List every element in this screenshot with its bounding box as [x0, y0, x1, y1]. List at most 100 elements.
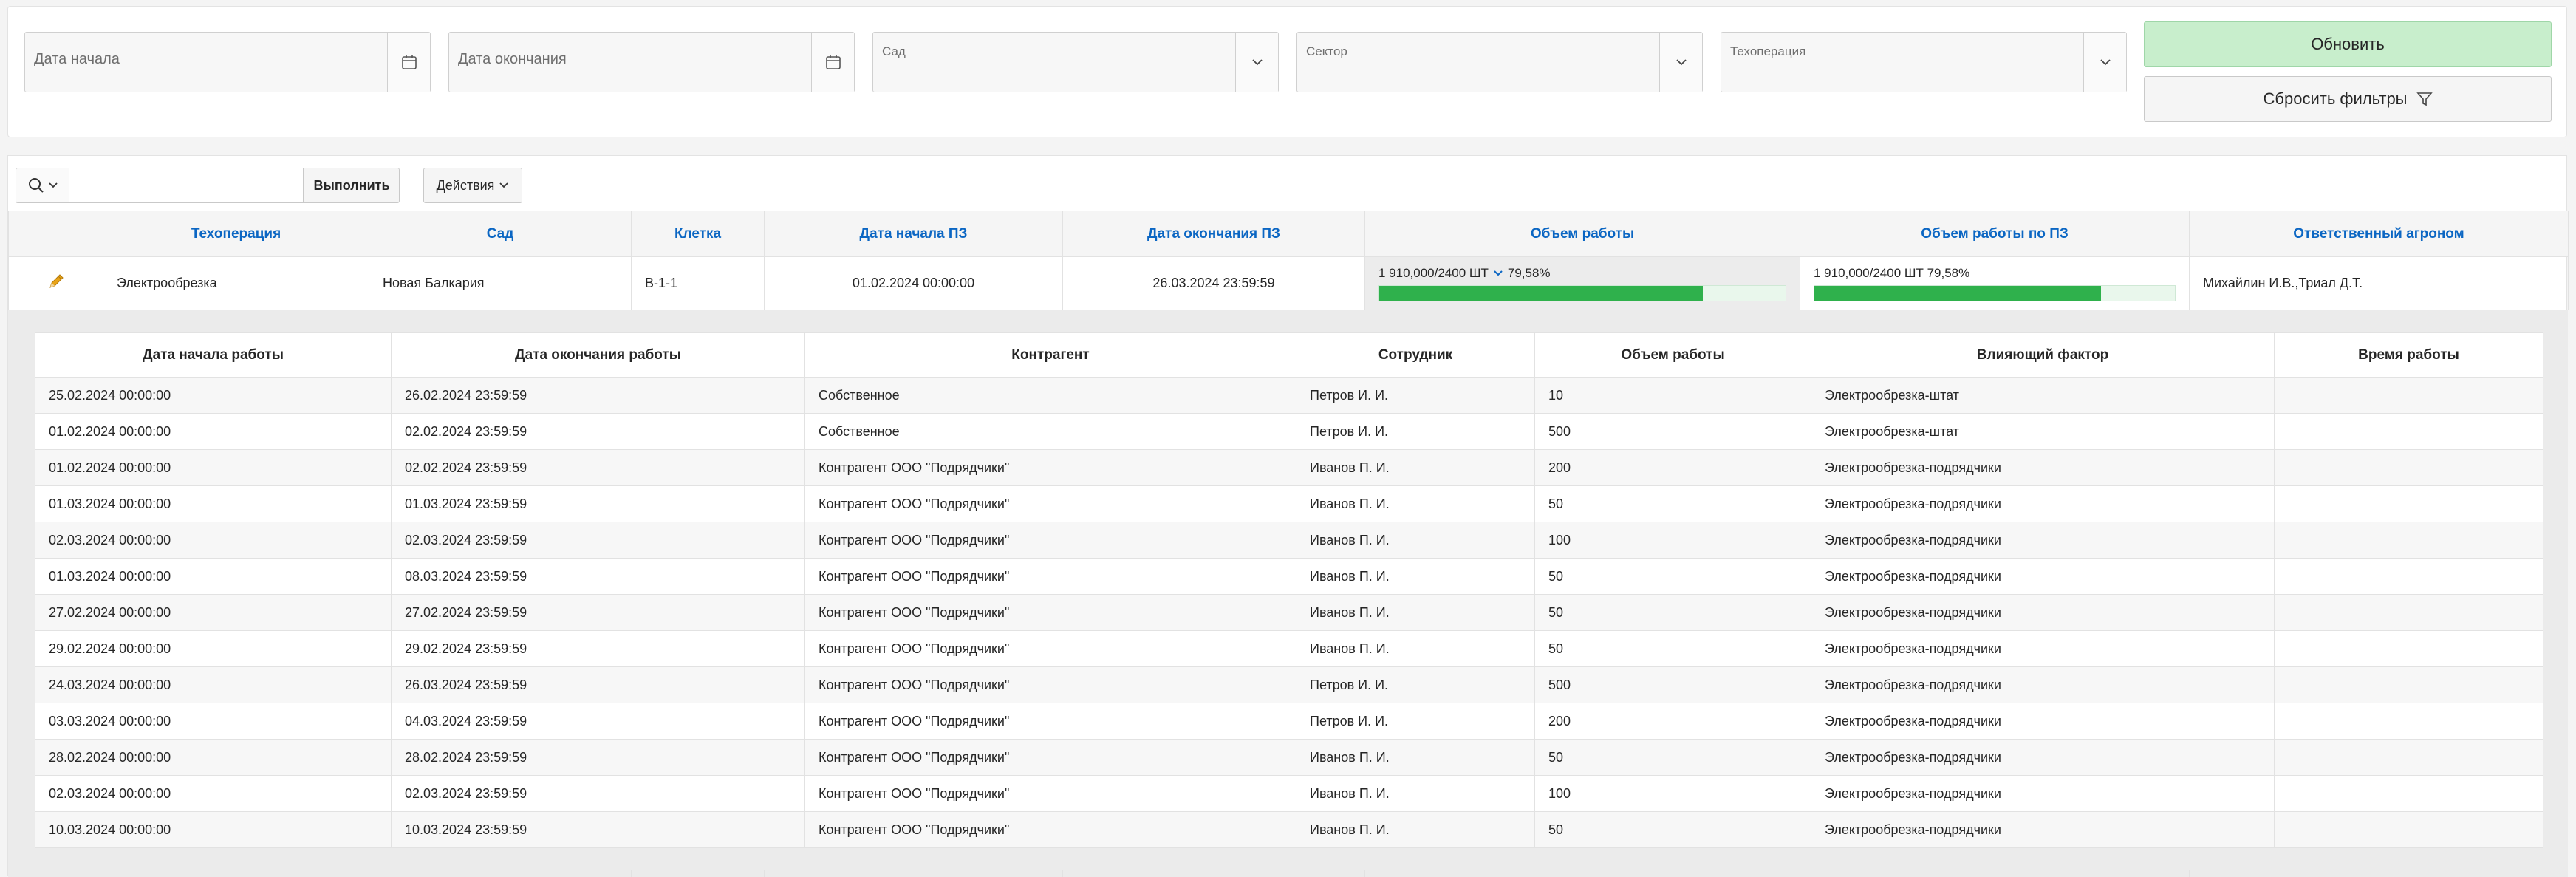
interactive-report: Выполнить Действия Техоперация Сад Клетк…	[7, 155, 2569, 877]
detail-table: Дата начала работы Дата окончания работы…	[35, 332, 2543, 848]
detail-row: 10.03.2024 00:00:00 10.03.2024 23:59:59 Ко…	[35, 811, 2543, 848]
search-icon	[28, 178, 44, 193]
header-volume[interactable]: Объем работы	[1364, 211, 1800, 257]
cell-operation: Электрообрезка	[103, 256, 369, 310]
search-column-menu[interactable]	[16, 168, 69, 203]
detail-contractor: Контрагент ООО "Подрядчики"	[804, 703, 1296, 740]
detail-end: 01.03.2024 23:59:59	[391, 485, 805, 522]
detail-start: 03.03.2024 00:00:00	[35, 703, 392, 740]
detail-start: 01.02.2024 00:00:00	[35, 413, 392, 450]
detail-row: 29.02.2024 00:00:00 29.02.2024 23:59:59 Ко…	[35, 630, 2543, 667]
edit-cell[interactable]	[8, 256, 103, 310]
detail-start: 24.03.2024 00:00:00	[35, 666, 392, 703]
chevron-down-icon	[1251, 59, 1263, 66]
end-date-picker-button[interactable]	[811, 33, 854, 92]
detail-factor: Электрообрезка-подрядчики	[1811, 630, 2275, 667]
pencil-icon[interactable]	[47, 272, 66, 291]
detail-start: 10.03.2024 00:00:00	[35, 811, 392, 848]
detail-employee: Иванов П. И.	[1296, 739, 1535, 776]
start-date-picker-button[interactable]	[387, 33, 430, 92]
detail-time	[2274, 377, 2543, 414]
detail-header-employee: Сотрудник	[1296, 332, 1535, 378]
detail-time	[2274, 413, 2543, 450]
detail-time	[2274, 485, 2543, 522]
garden-dropdown-button[interactable]	[1235, 33, 1278, 92]
detail-volume: 500	[1534, 666, 1811, 703]
detail-factor: Электрообрезка-подрядчики	[1811, 449, 2275, 486]
sector-select[interactable]: Сектор	[1296, 32, 1703, 92]
detail-contractor: Контрагент ООО "Подрядчики"	[804, 739, 1296, 776]
detail-contractor: Контрагент ООО "Подрядчики"	[804, 449, 1296, 486]
chevron-down-icon[interactable]	[1493, 270, 1503, 277]
master-table: Техоперация Сад Клетка Дата начала ПЗ Да…	[8, 211, 2569, 310]
detail-header-row: Дата начала работы Дата окончания работы…	[35, 332, 2543, 378]
detail-employee: Петров И. И.	[1296, 703, 1535, 740]
header-garden[interactable]: Сад	[369, 211, 632, 257]
volume-percent: 79,58%	[1507, 265, 1551, 280]
detail-header-factor: Влияющий фактор	[1811, 332, 2275, 378]
detail-contractor: Собственное	[804, 377, 1296, 414]
detail-volume: 50	[1534, 485, 1811, 522]
detail-employee: Иванов П. И.	[1296, 811, 1535, 848]
cell-volume[interactable]: 1 910,000/2400 ШТ 79,58%	[1364, 256, 1800, 310]
header-end-pz[interactable]: Дата окончания ПЗ	[1062, 211, 1365, 257]
detail-volume: 100	[1534, 522, 1811, 559]
detail-employee: Иванов П. И.	[1296, 594, 1535, 631]
detail-employee: Петров И. И.	[1296, 666, 1535, 703]
operation-dropdown-button[interactable]	[2083, 33, 2126, 92]
volume-pz-progress-fill	[1814, 285, 2102, 301]
header-agronomist[interactable]: Ответственный агроном	[2189, 211, 2569, 257]
reset-filters-button[interactable]: Сбросить фильтры	[2144, 76, 2552, 122]
detail-end: 27.02.2024 23:59:59	[391, 594, 805, 631]
detail-volume: 50	[1534, 630, 1811, 667]
operation-select[interactable]: Техоперация	[1721, 32, 2127, 92]
detail-header-volume: Объем работы	[1534, 332, 1811, 378]
refresh-button[interactable]: Обновить	[2144, 21, 2552, 67]
detail-time	[2274, 594, 2543, 631]
detail-row: 01.02.2024 00:00:00 02.02.2024 23:59:59 Ко…	[35, 449, 2543, 486]
end-date-field[interactable]: Дата окончания	[448, 32, 855, 92]
detail-time	[2274, 811, 2543, 848]
volume-value: 1 910,000/2400 ШТ	[1378, 265, 1489, 280]
detail-row: 02.03.2024 00:00:00 02.03.2024 23:59:59 Ко…	[35, 775, 2543, 812]
detail-volume: 50	[1534, 739, 1811, 776]
header-start-pz[interactable]: Дата начала ПЗ	[764, 211, 1063, 257]
detail-factor: Электрообрезка-штат	[1811, 377, 2275, 414]
detail-volume: 100	[1534, 775, 1811, 812]
calendar-icon	[401, 55, 417, 69]
detail-time	[2274, 703, 2543, 740]
detail-contractor: Контрагент ООО "Подрядчики"	[804, 485, 1296, 522]
detail-volume: 50	[1534, 811, 1811, 848]
start-date-field[interactable]: Дата начала	[24, 32, 431, 92]
actions-menu-button[interactable]: Действия	[423, 168, 522, 203]
sector-dropdown-button[interactable]	[1659, 33, 1702, 92]
detail-end: 28.02.2024 23:59:59	[391, 739, 805, 776]
header-cell[interactable]: Клетка	[631, 211, 765, 257]
cell-start-pz: 01.02.2024 00:00:00	[764, 256, 1063, 310]
garden-select[interactable]: Сад	[872, 32, 1279, 92]
detail-start: 29.02.2024 00:00:00	[35, 630, 392, 667]
volume-pz-progress-bar	[1814, 284, 2176, 301]
volume-progress-fill	[1379, 285, 1703, 301]
detail-row: 01.03.2024 00:00:00 08.03.2024 23:59:59 Ко…	[35, 558, 2543, 595]
cell-agronomist: Михайлин И.В.,Триал Д.Т.	[2189, 256, 2569, 310]
master-row[interactable]: Электрообрезка Новая Балкария В-1-1 01.0…	[8, 256, 2569, 310]
go-button[interactable]: Выполнить	[304, 168, 400, 203]
chevron-down-icon	[1675, 59, 1687, 66]
header-volume-pz[interactable]: Объем работы по ПЗ	[1800, 211, 2190, 257]
detail-factor: Электрообрезка-подрядчики	[1811, 739, 2275, 776]
detail-header-time: Время работы	[2274, 332, 2543, 378]
detail-end: 02.02.2024 23:59:59	[391, 413, 805, 450]
detail-start: 28.02.2024 00:00:00	[35, 739, 392, 776]
detail-header-end: Дата окончания работы	[391, 332, 805, 378]
detail-start: 27.02.2024 00:00:00	[35, 594, 392, 631]
header-operation[interactable]: Техоперация	[103, 211, 369, 257]
search-input[interactable]	[69, 168, 304, 203]
detail-employee: Иванов П. И.	[1296, 558, 1535, 595]
detail-contractor: Контрагент ООО "Подрядчики"	[804, 811, 1296, 848]
master-header-edit	[8, 211, 103, 257]
detail-end: 02.02.2024 23:59:59	[391, 449, 805, 486]
detail-employee: Петров И. И.	[1296, 413, 1535, 450]
detail-header-contractor: Контрагент	[804, 332, 1296, 378]
volume-progress-bar	[1378, 284, 1786, 301]
